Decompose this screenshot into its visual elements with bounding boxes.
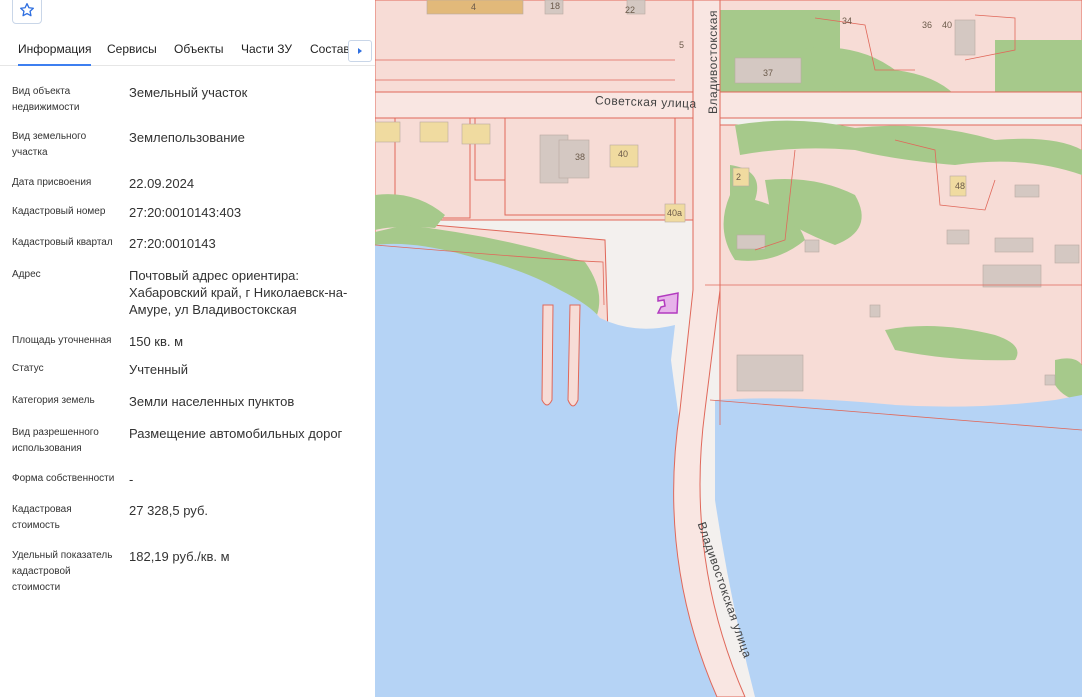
tabs-scroll-right-button[interactable] xyxy=(348,40,372,62)
tab-composition[interactable]: Состав xyxy=(310,42,350,56)
field-label: Площадь уточненная xyxy=(12,335,112,346)
chevron-right-icon xyxy=(358,48,362,54)
favorite-button[interactable] xyxy=(12,0,42,24)
house-number: 34 xyxy=(842,16,853,26)
house-number: 37 xyxy=(763,68,774,78)
house-number: 40а xyxy=(667,208,683,218)
cadastral-map[interactable]: Советская улица Владивостокская Владивос… xyxy=(375,0,1082,697)
field-label: Адрес xyxy=(12,269,41,280)
house-number: 40 xyxy=(618,149,629,159)
field-label: Вид объекта недвижимости xyxy=(12,86,80,113)
field-value: - xyxy=(129,472,134,487)
field-value: 27 328,5 руб. xyxy=(129,503,209,518)
field-value: Размещение автомобильных дорог xyxy=(129,426,343,441)
field-label: Кадастровый номер xyxy=(12,206,106,217)
house-number: 5 xyxy=(679,40,685,50)
field-label: Категория земель xyxy=(12,395,95,406)
field-label: Дата присвоения xyxy=(12,177,92,188)
field-label: Вид разрешенного использования xyxy=(12,427,99,454)
house-number: 40 xyxy=(942,20,953,30)
field-value: Землепользование xyxy=(129,130,245,145)
field-value[interactable]: 27:20:0010143:403 xyxy=(129,204,361,221)
info-panel: Информация Сервисы Объекты Части ЗУ Сост… xyxy=(0,0,375,697)
field-value: Учтенный xyxy=(129,362,189,377)
tab-bar: Информация Сервисы Объекты Части ЗУ Сост… xyxy=(0,36,375,66)
house-number: 36 xyxy=(922,20,933,30)
tab-services[interactable]: Сервисы xyxy=(107,42,157,56)
field-label: Кадастровый квартал xyxy=(12,237,113,248)
field-value: 150 кв. м xyxy=(129,334,184,349)
field-value: 22.09.2024 xyxy=(129,176,195,191)
house-number: 38 xyxy=(575,152,586,162)
field-value: Земли населенных пунктов xyxy=(129,394,295,409)
field-label: Удельный показатель кадастровой стоимост… xyxy=(12,550,113,593)
tab-land-parts[interactable]: Части ЗУ xyxy=(241,42,292,56)
house-number: 2 xyxy=(736,172,742,182)
house-number: 48 xyxy=(955,181,966,191)
street-label-vladivostokskaya-north: Владивостокская xyxy=(705,10,720,114)
field-value: Почтовый адрес ориентира: Хабаровский кр… xyxy=(129,268,348,317)
tab-information[interactable]: Информация xyxy=(18,42,92,66)
house-number: 4 xyxy=(471,2,477,12)
tab-objects[interactable]: Объекты xyxy=(174,42,224,56)
field-value: Земельный участок xyxy=(129,85,248,100)
field-label: Статус xyxy=(12,363,44,374)
house-number: 18 xyxy=(550,1,561,11)
field-value[interactable]: 27:20:0010143 xyxy=(129,235,361,252)
field-label: Форма собственности xyxy=(12,473,115,484)
field-label: Вид земельного участка xyxy=(12,131,87,158)
house-number: 22 xyxy=(625,5,636,15)
field-value: 182,19 руб./кв. м xyxy=(129,549,230,564)
star-icon xyxy=(20,3,34,17)
field-label: Кадастровая стоимость xyxy=(12,504,72,531)
